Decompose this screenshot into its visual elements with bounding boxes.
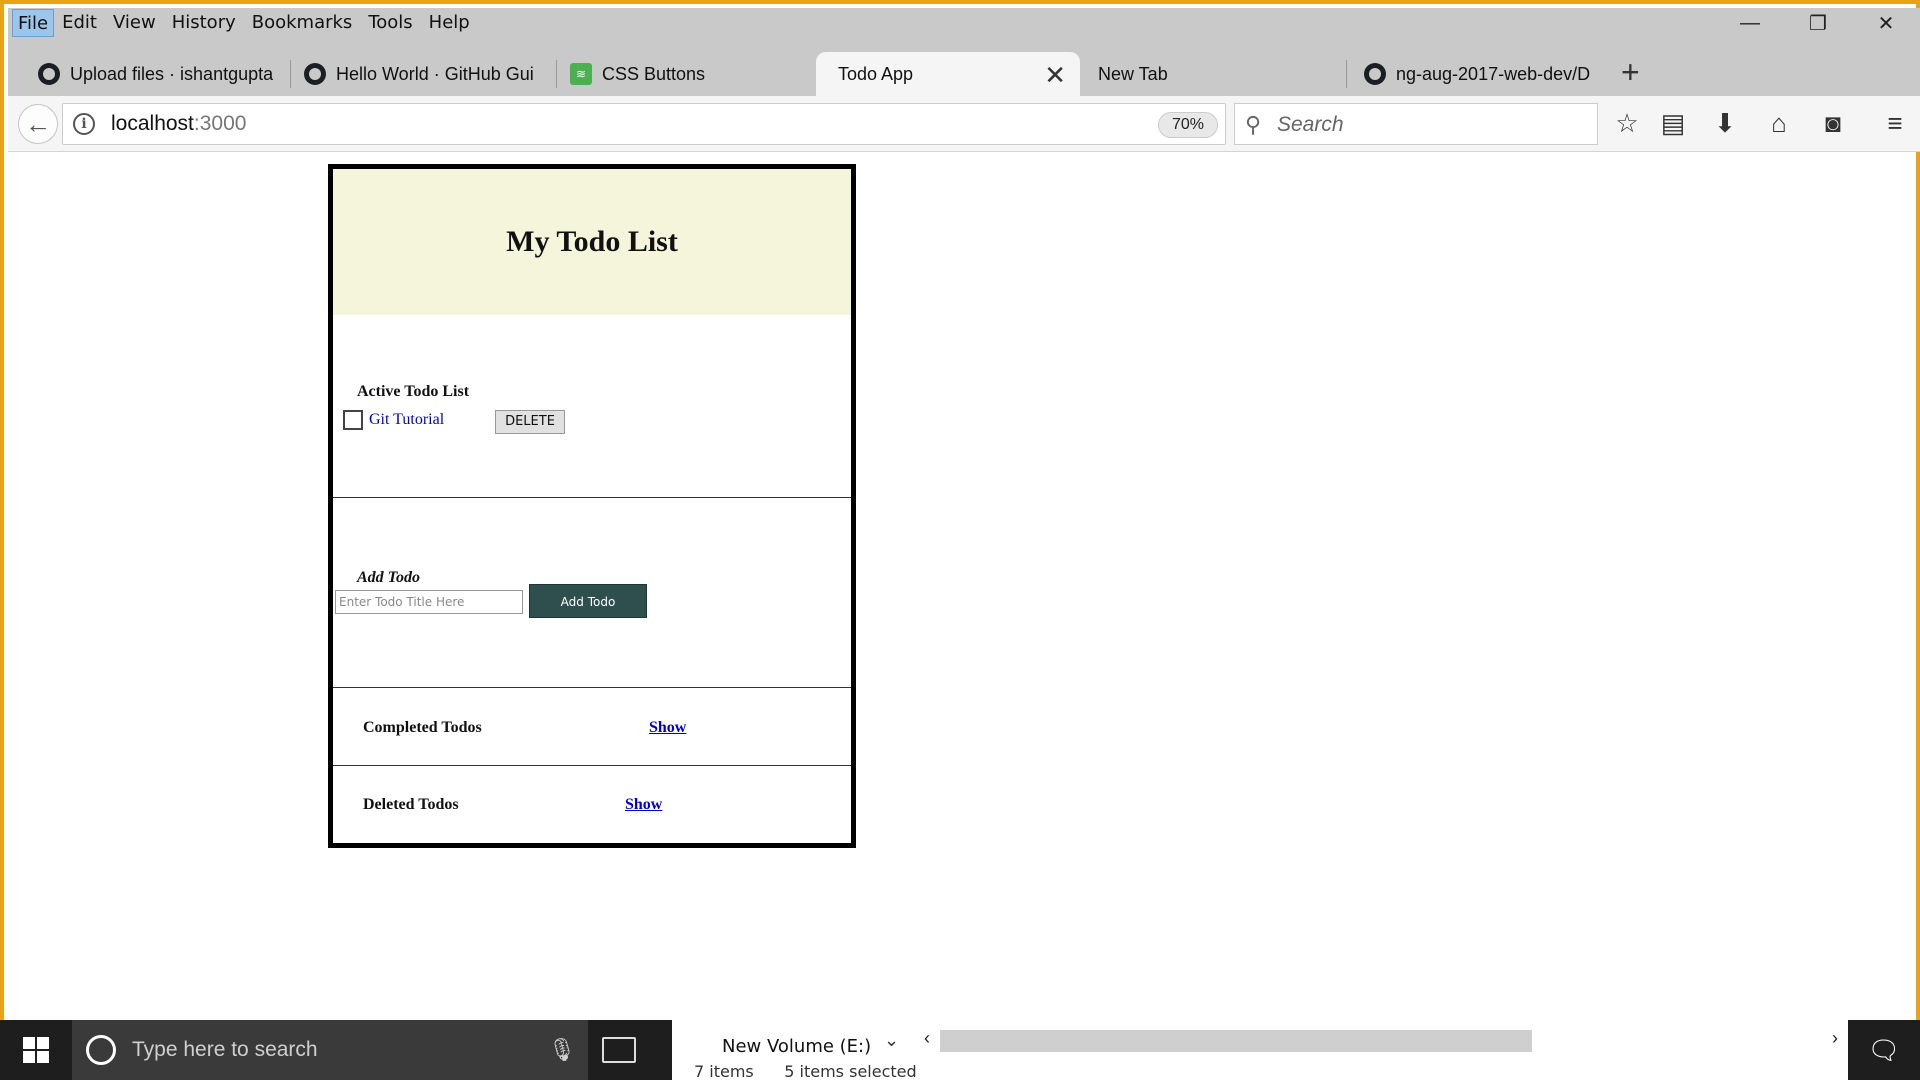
- github-icon: [1364, 63, 1386, 85]
- taskbar-search-placeholder: Type here to search: [132, 1038, 318, 1061]
- search-placeholder: Search: [1277, 113, 1344, 136]
- css-buttons-icon: ≋: [570, 63, 592, 85]
- tab-label: Todo App: [838, 63, 914, 84]
- tab-ng-aug[interactable]: ng-aug-2017-web-dev/D: [1334, 52, 1602, 96]
- tab-label: CSS Buttons: [602, 63, 706, 84]
- delete-button[interactable]: DELETE: [495, 410, 565, 434]
- explorer-status: 7 items 5 items selected: [694, 1062, 917, 1080]
- todo-checkbox[interactable]: [343, 410, 363, 430]
- chevron-down-icon[interactable]: ⌄: [884, 1030, 899, 1051]
- cortana-icon: [86, 1035, 116, 1065]
- home-icon[interactable]: ⌂: [1762, 106, 1796, 140]
- browser-window: File Edit View History Bookmarks Tools H…: [0, 0, 1920, 1080]
- show-deleted-link[interactable]: Show: [625, 796, 662, 814]
- tab-label: New Tab: [1098, 63, 1168, 84]
- menu-edit[interactable]: Edit: [54, 9, 105, 37]
- menu-bar: File Edit View History Bookmarks Tools H…: [8, 8, 1920, 38]
- task-view-icon[interactable]: [602, 1037, 636, 1063]
- tab-new-tab[interactable]: New Tab: [1076, 52, 1334, 96]
- tab-label: ng-aug-2017-web-dev/D: [1396, 63, 1591, 84]
- todo-header: My Todo List: [333, 169, 851, 315]
- url-bar[interactable]: i localhost:3000 70% ↻: [62, 103, 1257, 145]
- add-todo-title: Add Todo: [357, 569, 420, 586]
- minimize-button[interactable]: —: [1716, 8, 1784, 38]
- window-controls: — ❐ ✕: [1716, 8, 1920, 38]
- menu-view[interactable]: View: [105, 9, 164, 37]
- section-divider: [333, 765, 851, 766]
- section-divider: [333, 497, 851, 498]
- explorer-drive-label[interactable]: New Volume (E:): [722, 1036, 871, 1057]
- todo-item-link[interactable]: Git Tutorial: [369, 411, 444, 429]
- windows-taskbar: Type here to search 🎙 New Volume (E:) ⌄ …: [0, 1020, 1920, 1080]
- menu-bookmarks[interactable]: Bookmarks: [244, 9, 361, 37]
- menu-file[interactable]: File: [12, 9, 55, 37]
- navigation-bar: ← i localhost:3000 70% ↻ ⚲ Search ☆ ▤ ⬇ …: [8, 96, 1920, 152]
- github-icon: [304, 63, 326, 85]
- download-icon[interactable]: ⬇: [1708, 106, 1742, 140]
- section-divider: [333, 687, 851, 688]
- tab-label: Hello World · GitHub Gui: [336, 63, 534, 84]
- url-text[interactable]: localhost:3000: [111, 112, 246, 136]
- tab-upload-files[interactable]: Upload files · ishantgupta: [8, 52, 274, 96]
- back-arrow-icon[interactable]: ←: [18, 104, 58, 144]
- menu-help[interactable]: Help: [421, 9, 478, 37]
- completed-todos-label: Completed Todos: [363, 719, 482, 736]
- github-icon: [38, 63, 60, 85]
- reading-list-icon[interactable]: ▤: [1656, 106, 1690, 140]
- windows-logo-icon: [23, 1037, 49, 1063]
- horizontal-scrollbar[interactable]: [940, 1030, 1532, 1052]
- tab-todo-app[interactable]: Todo App ✕: [816, 52, 1080, 96]
- hamburger-menu-icon[interactable]: ≡: [1878, 106, 1912, 140]
- bookmark-star-icon[interactable]: ☆: [1610, 106, 1644, 140]
- taskbar-search-box[interactable]: Type here to search 🎙: [72, 1020, 588, 1080]
- scroll-left-icon[interactable]: ‹: [924, 1028, 930, 1049]
- url-host: localhost: [111, 112, 194, 135]
- todo-app-card: My Todo List Active Todo List Git Tutori…: [328, 164, 856, 848]
- pocket-icon[interactable]: ◙: [1816, 106, 1850, 140]
- menu-tools[interactable]: Tools: [360, 9, 420, 37]
- close-tab-icon[interactable]: ✕: [1044, 60, 1066, 91]
- show-completed-link[interactable]: Show: [649, 719, 686, 737]
- scroll-right-icon[interactable]: ›: [1832, 1028, 1838, 1049]
- menu-history[interactable]: History: [164, 9, 244, 37]
- search-icon: ⚲: [1245, 112, 1262, 137]
- new-tab-button[interactable]: +: [1621, 56, 1640, 88]
- microphone-icon[interactable]: 🎙: [548, 1037, 576, 1063]
- restore-button[interactable]: ❐: [1784, 8, 1852, 38]
- close-window-button[interactable]: ✕: [1852, 8, 1920, 38]
- action-center-icon[interactable]: 🗨: [1848, 1020, 1920, 1080]
- explorer-selection-count: 5 items selected: [784, 1062, 917, 1080]
- todo-title-input[interactable]: Enter Todo Title Here: [335, 590, 523, 614]
- tab-hello-world[interactable]: Hello World · GitHub Gui: [274, 52, 546, 96]
- explorer-item-count: 7 items: [694, 1062, 754, 1080]
- deleted-todos-label: Deleted Todos: [363, 796, 459, 813]
- tab-css-buttons[interactable]: ≋ CSS Buttons: [540, 52, 800, 96]
- search-bar[interactable]: ⚲ Search: [1234, 103, 1598, 145]
- tab-bar: Upload files · ishantgupta Hello World ·…: [8, 38, 1920, 96]
- file-explorer-strip: New Volume (E:) ⌄ ‹ › 7 items 5 items se…: [672, 1020, 1848, 1080]
- start-button[interactable]: [0, 1020, 72, 1080]
- active-todo-title: Active Todo List: [357, 383, 470, 400]
- info-icon[interactable]: i: [73, 113, 95, 135]
- add-todo-button[interactable]: Add Todo: [529, 584, 647, 618]
- page-title: My Todo List: [506, 225, 678, 258]
- tab-label: Upload files · ishantgupta: [70, 63, 274, 84]
- url-port: :3000: [193, 112, 247, 135]
- zoom-level-badge[interactable]: 70%: [1158, 112, 1218, 138]
